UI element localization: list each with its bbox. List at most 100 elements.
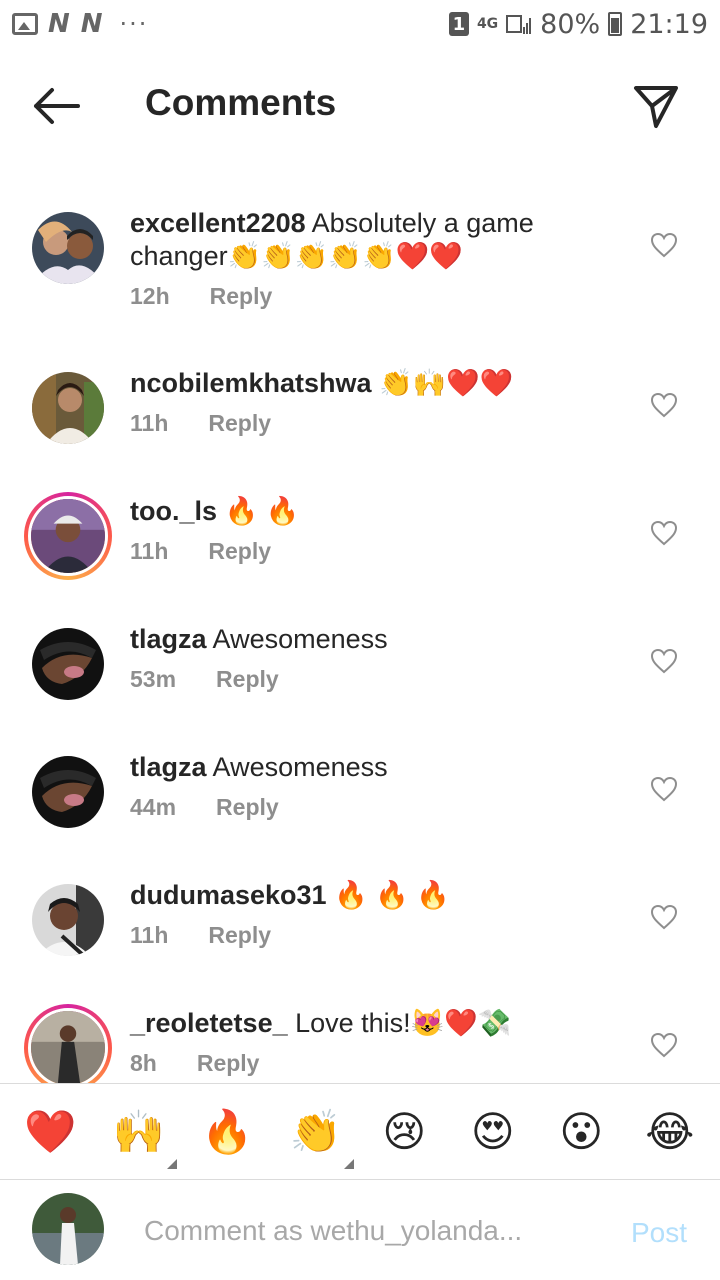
emoji-laughing-button[interactable]: 😂 [640,1107,700,1157]
skin-tone-indicator-icon [343,1158,354,1169]
gallery-notification-icon [12,13,38,35]
emoji-heart-eyes-button[interactable]: 😍 [463,1107,523,1157]
comment-text: excellent2208 Absolutely a game changer👏… [130,207,560,273]
comment-item: _reoletetse_ Love this!😻❤️💸 8h Reply [0,990,720,1083]
comment-item: excellent2208 Absolutely a game changer👏… [0,190,720,350]
comment-message: Awesomeness [206,752,388,782]
comment-item: ncobilemkhatshwa 👏🙌❤️❤️ 11h Reply [0,350,720,478]
reply-button[interactable]: Reply [210,283,273,310]
comment-time: 11h [130,922,169,948]
notification-n-icon: N [80,9,104,39]
comment-username[interactable]: ncobilemkhatshwa [130,368,372,398]
avatar-story-ring[interactable] [24,492,112,580]
avatar[interactable] [32,628,104,700]
comment-time: 11h [130,538,169,564]
comment-body: dudumaseko31 🔥 🔥 🔥 11h Reply [130,879,560,949]
comment-meta: 8h Reply [130,1050,560,1077]
comment-meta: 11h Reply [130,538,560,565]
comment-meta: 12h Reply [130,283,560,310]
my-avatar [32,1193,104,1265]
avatar-story-ring[interactable] [24,1004,112,1083]
comment-time: 8h [130,1050,157,1076]
emoji-crying-button[interactable]: 😢 [374,1107,434,1157]
comment-username[interactable]: tlagza [130,624,207,654]
comment-username[interactable]: _reoletetse_ [130,1008,288,1038]
comment-message: Awesomeness [206,624,388,654]
heart-icon[interactable] [650,904,678,930]
comment-message: 🔥 🔥 [217,496,300,526]
avatar-image [32,628,104,700]
comment-item: tlagza Awesomeness 53m Reply [0,606,720,734]
comment-body: excellent2208 Absolutely a game changer👏… [130,207,560,310]
back-button[interactable] [30,86,82,126]
comment-meta: 11h Reply [130,922,560,949]
emoji-clap-button[interactable]: 👏 [286,1106,354,1169]
comment-text: tlagza Awesomeness [130,751,560,784]
heart-icon[interactable] [650,648,678,674]
network-type-label: 4G [476,16,499,32]
reply-button[interactable]: Reply [208,922,271,949]
avatar[interactable] [32,212,104,284]
send-button[interactable] [632,82,680,130]
comment-time: 12h [130,283,170,309]
heart-icon[interactable] [650,1032,678,1058]
emoji-raised-hands-button[interactable]: 🙌 [109,1106,177,1169]
quick-emoji-bar: ❤️ 🙌 🔥 👏 😢 😍 😮 😂 [0,1083,720,1180]
comment-time: 53m [130,666,177,692]
comment-item: too._ls 🔥 🔥 11h Reply [0,478,720,606]
clock: 21:19 [630,8,708,40]
comment-username[interactable]: tlagza [130,752,207,782]
comment-meta: 44m Reply [130,794,560,821]
reply-button[interactable]: Reply [197,1050,260,1077]
comment-item: dudumaseko31 🔥 🔥 🔥 11h Reply [0,862,720,990]
battery-percent: 80% [540,8,601,40]
comment-body: ncobilemkhatshwa 👏🙌❤️❤️ 11h Reply [130,367,560,437]
status-right: 1 4G 80% 21:19 [448,8,708,40]
heart-icon[interactable] [650,520,678,546]
comment-text: ncobilemkhatshwa 👏🙌❤️❤️ [130,367,560,400]
comment-body: tlagza Awesomeness 44m Reply [130,751,560,821]
emoji-clap-glyph: 👏 [289,1106,342,1156]
comment-username[interactable]: dudumaseko31 [130,880,327,910]
status-bar: N N ··· 1 4G 80% 21:19 [0,0,720,48]
comments-screen: N N ··· 1 4G 80% 21:19 Comments excellen… [0,0,720,1280]
emoji-fire-button[interactable]: 🔥 [197,1107,257,1157]
battery-icon [608,12,623,36]
reply-button[interactable]: Reply [216,794,279,821]
comment-text: dudumaseko31 🔥 🔥 🔥 [130,879,560,912]
heart-icon[interactable] [650,776,678,802]
emoji-surprised-button[interactable]: 😮 [551,1107,611,1157]
post-button[interactable]: Post [631,1217,687,1249]
comment-username[interactable]: too._ls [130,496,217,526]
avatar[interactable] [32,756,104,828]
heart-icon[interactable] [650,392,678,418]
comment-input[interactable] [144,1205,604,1257]
avatar-image [32,884,104,958]
page-title: Comments [145,82,337,123]
signal-icon [506,15,532,34]
avatar-image [28,496,108,576]
reply-button[interactable]: Reply [208,410,271,437]
comment-message: 🔥 🔥 🔥 [326,880,450,910]
emoji-heart-button[interactable]: ❤️ [20,1107,80,1157]
comment-username[interactable]: excellent2208 [130,208,306,238]
comment-body: tlagza Awesomeness 53m Reply [130,623,560,693]
comment-text: too._ls 🔥 🔥 [130,495,560,528]
reply-button[interactable]: Reply [216,666,279,693]
avatar[interactable] [32,372,104,444]
comment-body: too._ls 🔥 🔥 11h Reply [130,495,560,565]
heart-icon[interactable] [650,232,678,258]
reply-button[interactable]: Reply [208,538,271,565]
more-notifications-icon: ··· [119,10,149,38]
comment-text: _reoletetse_ Love this!😻❤️💸 [130,1007,560,1040]
comments-list[interactable]: excellent2208 Absolutely a game changer👏… [0,190,720,1083]
status-left: N N ··· [12,9,148,39]
avatar-image [32,212,104,284]
avatar[interactable] [32,884,104,958]
comment-text: tlagza Awesomeness [130,623,560,656]
comment-time: 11h [130,410,169,436]
comment-composer: Post [0,1181,720,1280]
comment-meta: 53m Reply [130,666,560,693]
emoji-raised-hands-glyph: 🙌 [112,1106,165,1156]
comment-item: tlagza Awesomeness 44m Reply [0,734,720,862]
